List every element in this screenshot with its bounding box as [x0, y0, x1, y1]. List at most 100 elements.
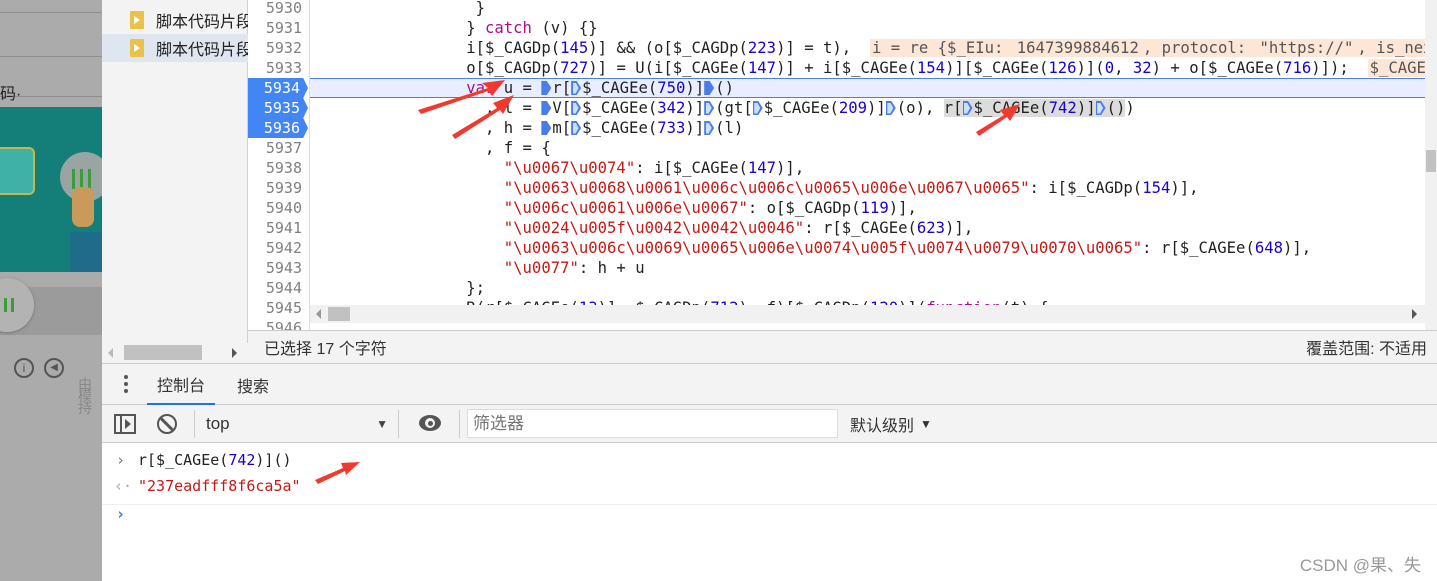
- coverage-status[interactable]: 覆盖范围: 不适用: [1306, 335, 1427, 359]
- code-token: )] + i[$_CAGEe(: [776, 59, 917, 77]
- code-line[interactable]: };: [316, 278, 1426, 298]
- console-prompt[interactable]: ›: [102, 501, 1437, 527]
- editor-horizontal-scrollbar[interactable]: [310, 305, 1425, 323]
- breakpoint-line-number[interactable]: 5936: [248, 118, 308, 138]
- code-token: (v) {}: [531, 19, 598, 37]
- inline-breakpoint-inactive-icon[interactable]: [752, 101, 763, 115]
- inline-breakpoint-active-icon[interactable]: [541, 81, 552, 95]
- line-gutter[interactable]: 5930 5931 5932 5933 5934 5935 5936 5937 5938 5939…: [248, 0, 310, 330]
- inline-breakpoint-inactive-icon[interactable]: [1095, 101, 1106, 115]
- string-literal: "\u0024\u005f\u0042\u0042\u0046": [503, 219, 805, 237]
- code-token: ) + o[$_CAGEe(: [1151, 59, 1284, 77]
- clear-console-icon[interactable]: [157, 414, 177, 434]
- code-line[interactable]: "\u0077": h + u: [316, 258, 1426, 278]
- code-line[interactable]: i[$_CAGDp(145)] && (o[$_CAGDp(223)] = t)…: [316, 38, 1437, 58]
- scrollbar-thumb[interactable]: [1426, 150, 1436, 172]
- code-line[interactable]: , h = m[$_CAGEe(733)] (l): [316, 118, 1426, 138]
- code-token: (gt[: [715, 99, 753, 117]
- current-code-line[interactable]: var u = r[$_CAGEe(750)] (): [310, 78, 1425, 98]
- scroll-left-icon[interactable]: [108, 348, 113, 358]
- code-token: )] && (o[$_CAGDp(: [588, 39, 748, 57]
- inline-breakpoint-inactive-icon[interactable]: [571, 81, 582, 95]
- inline-breakpoint-inactive-icon[interactable]: [571, 101, 582, 115]
- line-number[interactable]: 5941: [248, 218, 310, 238]
- eye-icon[interactable]: [419, 415, 441, 431]
- code-line[interactable]: "\u0063\u006c\u0069\u0065\u006e\u0074\u0…: [316, 238, 1426, 258]
- scroll-left-icon[interactable]: [316, 309, 321, 319]
- breakpoint-line-number[interactable]: 5934: [248, 78, 308, 98]
- line-number[interactable]: 5930: [248, 0, 310, 18]
- number-literal: 32: [1132, 59, 1152, 77]
- code-line[interactable]: , l = V[$_CAGEe(342)] (gt[$_CAGEe(209)] (o…: [316, 98, 1426, 118]
- context-selector[interactable]: top ▼: [198, 405, 394, 443]
- number-literal: 750: [657, 79, 686, 97]
- code-line[interactable]: "\u0067\u0074": i[$_CAGEe(147)],: [316, 158, 1426, 178]
- console-output[interactable]: › r[$_CAGEe(742)]() ‹· "237eadfff8f6ca5a" …: [102, 443, 1437, 581]
- code-token: u =: [494, 79, 542, 97]
- inline-breakpoint-inactive-icon[interactable]: [962, 101, 973, 115]
- scrollbar-thumb[interactable]: [124, 345, 202, 360]
- code-token: (): [715, 79, 734, 97]
- line-number[interactable]: 5940: [248, 198, 310, 218]
- sidebar-toggle-icon[interactable]: [114, 414, 136, 434]
- inline-breakpoint-inactive-icon[interactable]: [885, 101, 896, 115]
- line-number[interactable]: 5944: [248, 278, 310, 298]
- code-line[interactable]: , f = {: [316, 138, 1426, 158]
- code-line[interactable]: "\u0063\u0068\u0061\u006c\u006c\u0065\u0…: [316, 178, 1426, 198]
- file-item[interactable]: 脚本代码片段: [102, 6, 248, 34]
- line-number[interactable]: 5932: [248, 38, 310, 58]
- line-number[interactable]: 5946: [248, 318, 310, 330]
- sidebar-horizontal-scrollbar[interactable]: [102, 343, 248, 363]
- code-token: )] = t),: [776, 39, 870, 57]
- code-token: , h =: [316, 119, 542, 137]
- line-number[interactable]: 5933: [248, 58, 310, 78]
- filter-input[interactable]: [467, 409, 838, 438]
- code-line[interactable]: o[$_CAGDp(727)] = U(i[$_CAGEe(147)] + i[…: [316, 58, 1437, 78]
- code-token: : h + u: [578, 259, 645, 277]
- code-line[interactable]: "\u0024\u005f\u0042\u0042\u0046": r[$_CA…: [316, 218, 1426, 238]
- tab-search[interactable]: 搜索: [227, 364, 279, 405]
- tab-console[interactable]: 控制台: [147, 364, 216, 405]
- line-number[interactable]: 5939: [248, 178, 310, 198]
- editor-vertical-scrollbar[interactable]: [1425, 0, 1437, 330]
- number-literal: 0: [1104, 59, 1115, 77]
- code-token: )],: [776, 159, 805, 177]
- line-number[interactable]: 5937: [248, 138, 310, 158]
- inline-value: "https://": [1257, 39, 1356, 57]
- code-line[interactable]: } catch (v) {}: [316, 18, 1426, 38]
- scroll-right-icon[interactable]: [1412, 309, 1417, 319]
- inline-breakpoint-inactive-icon[interactable]: [704, 101, 715, 115]
- keyword: catch: [485, 19, 532, 37]
- string-literal: "\u0063\u0068\u0061\u006c\u006c\u0065\u0…: [503, 179, 1030, 197]
- inline-breakpoint-active-icon[interactable]: [541, 121, 552, 135]
- background-illustration: [0, 107, 102, 272]
- number-literal: 648: [1254, 239, 1284, 257]
- result-chevron-icon: ‹·: [114, 477, 133, 495]
- input-chevron-icon: ›: [116, 451, 126, 469]
- code-line[interactable]: }: [316, 0, 1426, 18]
- scrollbar-thumb[interactable]: [328, 307, 350, 321]
- line-number[interactable]: 5931: [248, 18, 310, 38]
- line-number[interactable]: 5943: [248, 258, 310, 278]
- code-token: )],: [1170, 179, 1199, 197]
- line-number[interactable]: 5938: [248, 158, 310, 178]
- more-options-icon[interactable]: [124, 375, 128, 379]
- scroll-right-icon[interactable]: [232, 348, 237, 358]
- inline-breakpoint-inactive-icon[interactable]: [571, 121, 582, 135]
- inline-breakpoint-inactive-icon[interactable]: [704, 121, 715, 135]
- log-level-selector[interactable]: 默认级别 ▼: [850, 405, 932, 443]
- breakpoint-line-number[interactable]: 5935: [248, 98, 308, 118]
- code-editor[interactable]: 5930 5931 5932 5933 5934 5935 5936 5937 5938 5939…: [248, 0, 1437, 330]
- number-literal: 126: [1048, 59, 1077, 77]
- code-token: )]: [685, 119, 705, 137]
- line-number[interactable]: 5945: [248, 298, 310, 318]
- line-number[interactable]: 5942: [248, 238, 310, 258]
- code-token: m[: [552, 119, 572, 137]
- file-item-selected[interactable]: 脚本代码片段: [102, 34, 248, 62]
- code-line[interactable]: "\u006c\u0061\u006e\u0067": o[$_CAGDp(11…: [316, 198, 1426, 218]
- inline-breakpoint-active-icon[interactable]: [704, 81, 715, 95]
- inline-breakpoint-active-icon[interactable]: [541, 101, 552, 115]
